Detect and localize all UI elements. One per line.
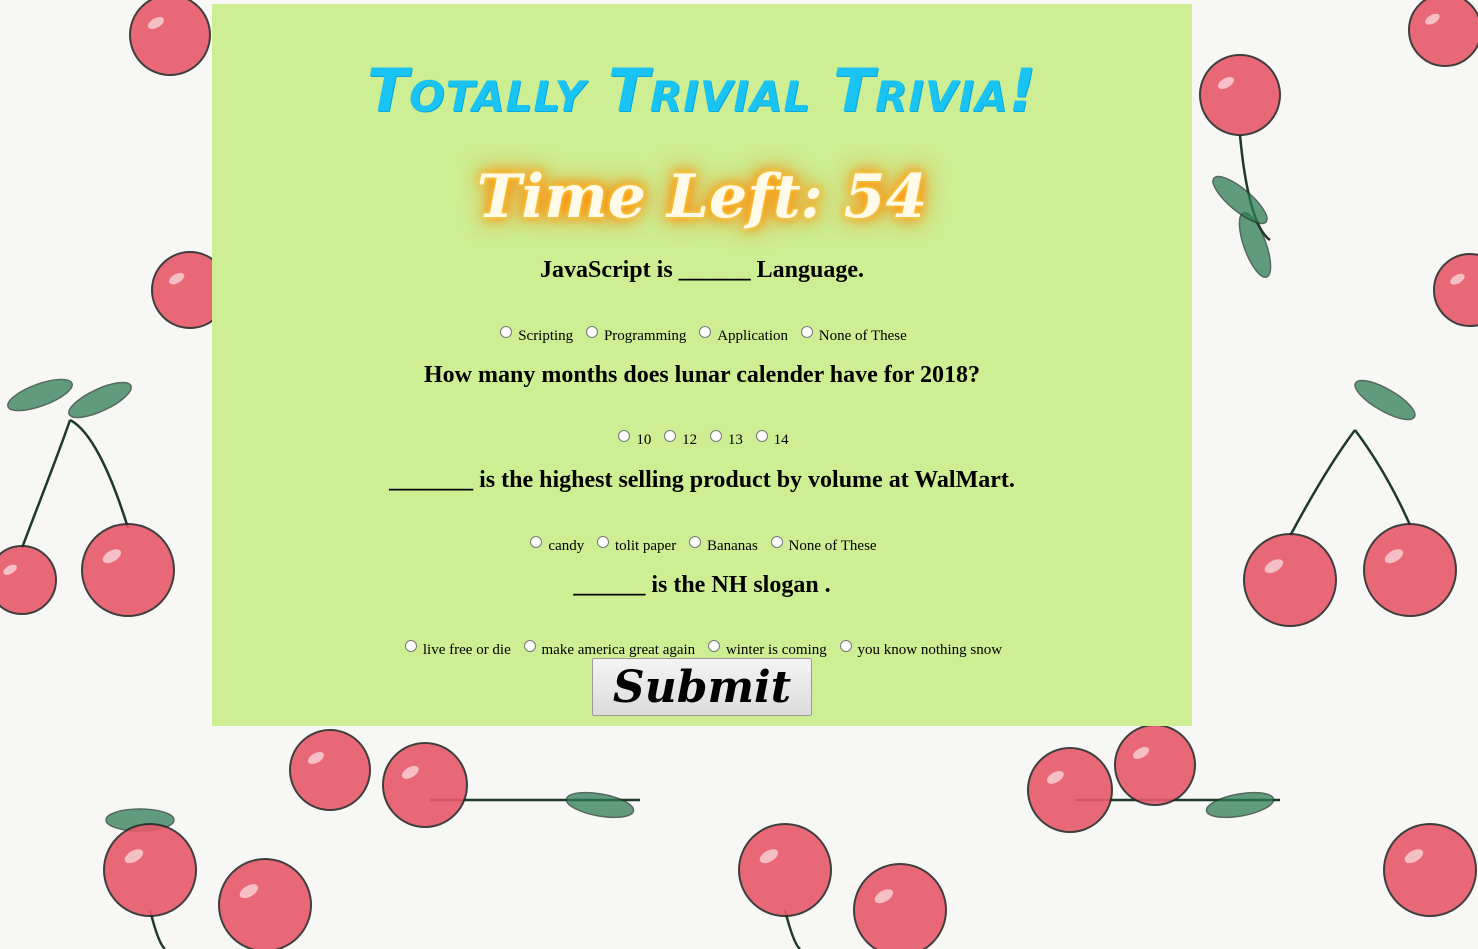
question-2-options: 10 12 13 14 xyxy=(212,430,1192,449)
q4-radio-3[interactable] xyxy=(707,640,720,652)
q2-option-3[interactable]: 13 xyxy=(707,430,743,449)
q4-radio-4[interactable] xyxy=(839,640,852,652)
q1-radio-1[interactable] xyxy=(500,326,513,338)
q2-option-1[interactable]: 10 xyxy=(615,430,651,449)
quiz-card: Totally Trivial Trivia! Time Left: 54 Ja… xyxy=(212,4,1192,726)
q1-option-2[interactable]: Programming xyxy=(583,326,686,345)
q3-option-3[interactable]: Bananas xyxy=(686,536,758,555)
q1-radio-2[interactable] xyxy=(585,326,598,338)
submit-button[interactable]: Submit xyxy=(592,658,812,716)
q2-radio-3[interactable] xyxy=(709,430,722,442)
q4-radio-2[interactable] xyxy=(523,640,536,652)
q3-option-1[interactable]: candy xyxy=(527,536,584,555)
question-4-options: live free or die make america great agai… xyxy=(212,640,1192,659)
q4-option-4[interactable]: you know nothing snow xyxy=(837,640,1002,659)
q2-radio-1[interactable] xyxy=(618,430,631,442)
q3-radio-3[interactable] xyxy=(688,536,701,548)
q3-radio-4[interactable] xyxy=(770,536,783,548)
q1-option-3[interactable]: Application xyxy=(696,326,788,345)
q2-option-2[interactable]: 12 xyxy=(661,430,697,449)
time-left-display: Time Left: 54 xyxy=(476,162,928,232)
q2-radio-4[interactable] xyxy=(755,430,768,442)
q1-option-1[interactable]: Scripting xyxy=(497,326,573,345)
q3-radio-1[interactable] xyxy=(530,536,543,548)
q2-option-4[interactable]: 14 xyxy=(753,430,789,449)
question-3-text: _______ is the highest selling product b… xyxy=(389,467,1015,493)
question-4-text: ______ is the NH slogan . xyxy=(573,572,831,598)
page-title: Totally Trivial Trivia! xyxy=(367,56,1037,126)
q4-option-3[interactable]: winter is coming xyxy=(705,640,827,659)
q4-radio-1[interactable] xyxy=(404,640,417,652)
q3-option-2[interactable]: tolit paper xyxy=(594,536,676,555)
q4-option-2[interactable]: make america great again xyxy=(521,640,695,659)
q2-radio-2[interactable] xyxy=(664,430,677,442)
q3-option-4[interactable]: None of These xyxy=(768,536,877,555)
question-3-options: candy tolit paper Bananas None of These xyxy=(212,536,1192,555)
q1-radio-4[interactable] xyxy=(800,326,813,338)
question-1-options: Scripting Programming Application None o… xyxy=(212,326,1192,345)
q4-option-1[interactable]: live free or die xyxy=(402,640,511,659)
question-2-text: How many months does lunar calender have… xyxy=(423,362,981,388)
q1-option-4[interactable]: None of These xyxy=(798,326,907,345)
q1-radio-3[interactable] xyxy=(699,326,712,338)
q3-radio-2[interactable] xyxy=(596,536,609,548)
question-1-text: JavaScript is ______ Language. xyxy=(539,257,865,283)
